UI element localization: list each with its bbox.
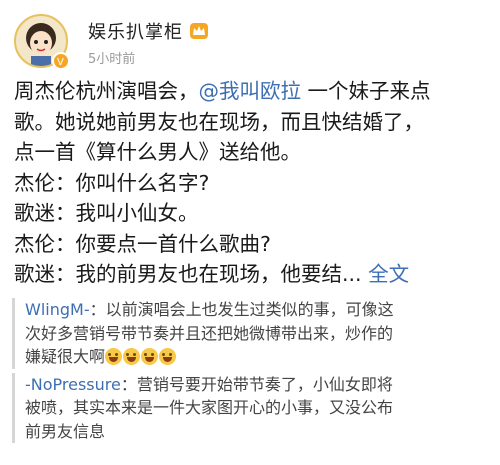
post-text: 歌迷：我的前男友也在现场，他要结...	[14, 262, 362, 286]
comment-line: 被喷，其实本来是一件大家图开心的小事，又没公布	[25, 398, 394, 417]
comment-text: ：以前演唱会上也发生过类似的事，可像这	[89, 300, 394, 319]
post-line: 杰伦：你叫什么名字?	[14, 170, 210, 195]
post-time: 5小时前	[88, 52, 136, 67]
mention-link[interactable]: @我叫欧拉	[199, 79, 302, 103]
svg-text:V: V	[57, 57, 64, 67]
post-line: 歌迷：我的前男友也在现场，他要结... 全文	[14, 259, 490, 290]
crown-icon	[190, 23, 208, 39]
comment-line: 前男友信息	[25, 421, 106, 441]
laugh-emoji-icon	[123, 348, 141, 365]
post-line: 歌。她说她前男友也在现场，而且快结婚了，	[14, 109, 424, 134]
full-text-link[interactable]: 全文	[368, 262, 409, 286]
comment-text: 嫌疑很大啊	[25, 347, 106, 366]
laugh-emoji-icon	[159, 348, 177, 365]
comment-line: WlingM-：以前演唱会上也发生过类似的事，可像这	[25, 298, 488, 322]
post-content: 周杰伦杭州演唱会，@我叫欧拉 一个妹子来点 歌。她说她前男友也在现场，而且快结婚…	[14, 76, 490, 290]
emoji-row	[105, 347, 177, 366]
comment-list: WlingM-：以前演唱会上也发生过类似的事，可像这 次好多营销号带节奏并且还把…	[12, 298, 488, 447]
post-text: 周杰伦杭州演唱会，	[14, 79, 199, 103]
author-row: 娱乐扒掌柜	[88, 18, 209, 44]
laugh-emoji-icon	[141, 348, 159, 365]
laugh-emoji-icon	[105, 348, 123, 365]
post-line: 杰伦：你要点一首什么歌曲?	[14, 231, 271, 256]
post-line: 周杰伦杭州演唱会，@我叫欧拉 一个妹子来点	[14, 76, 490, 107]
post-text: 一个妹子来点	[301, 79, 431, 103]
post-line: 歌迷：我叫小仙女。	[14, 201, 199, 225]
comment-text: ：营销号要开始带节奏了，小仙女即将	[120, 374, 393, 394]
comment-author[interactable]: WlingM-	[25, 300, 90, 319]
verified-badge-icon: V	[52, 52, 70, 70]
comment-line: 次好多营销号带节奏并且还把她微博带出来，炒作的	[25, 323, 394, 343]
post-header: V 娱乐扒掌柜 5小时前	[14, 8, 486, 70]
post-line: 点一首《算什么男人》送给他。	[14, 140, 301, 164]
comment-item[interactable]: WlingM-：以前演唱会上也发生过类似的事，可像这 次好多营销号带节奏并且还把…	[12, 298, 488, 369]
avatar[interactable]: V	[14, 14, 70, 70]
comment-author[interactable]: -NoPressure	[25, 375, 121, 394]
comment-line: 嫌疑很大啊	[25, 345, 488, 369]
comment-line: -NoPressure：营销号要开始带节奏了，小仙女即将	[25, 373, 488, 397]
author-name[interactable]: 娱乐扒掌柜	[88, 18, 183, 44]
comment-item[interactable]: -NoPressure：营销号要开始带节奏了，小仙女即将 被喷，其实本来是一件大…	[12, 372, 488, 443]
